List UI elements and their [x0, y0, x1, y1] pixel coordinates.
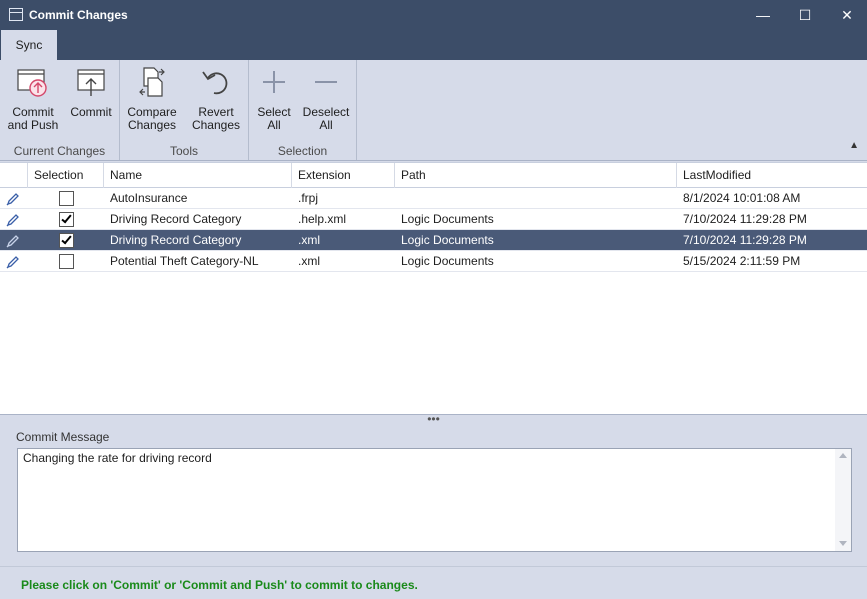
table-row[interactable]: Potential Theft Category-NL .xml Logic Doc…	[0, 251, 867, 272]
table-row[interactable]: Driving Record Category .xml Logic Documen…	[0, 230, 867, 251]
cell-path	[395, 188, 401, 209]
table-row[interactable]: Driving Record Category .help.xml Logic Do…	[0, 209, 867, 230]
changes-grid: Selection Name Extension Path LastModifi…	[0, 162, 867, 414]
check-icon	[61, 233, 72, 245]
tab-sync[interactable]: Sync	[1, 30, 57, 60]
row-checkbox[interactable]	[59, 191, 74, 206]
commit-label: Commit	[70, 105, 112, 119]
group-selection: Select All Deselect All Selection	[249, 60, 357, 160]
deselect-all-label-2: All	[319, 118, 333, 132]
header-selection[interactable]: Selection	[28, 163, 104, 188]
grid-header: Selection Name Extension Path LastModifi…	[0, 163, 867, 188]
cell-name: AutoInsurance	[110, 191, 188, 205]
compare-icon	[139, 67, 165, 97]
row-checkbox[interactable]	[59, 233, 74, 248]
cell-extension: .xml	[298, 233, 320, 247]
revert-label-2: Changes	[191, 118, 241, 132]
cell-path: Logic Documents	[401, 212, 494, 226]
window-title: Commit Changes	[29, 8, 128, 22]
group-current-changes: Commit and Push Commit Current Changes	[0, 60, 120, 160]
header-name[interactable]: Name	[104, 163, 292, 188]
header-indicator	[0, 163, 28, 188]
commit-push-icon	[17, 69, 47, 97]
revert-changes-button[interactable]: Revert Changes	[190, 64, 242, 132]
group-tools: Compare Changes Revert Changes Tools	[120, 60, 249, 160]
select-all-button[interactable]: Select All	[253, 64, 295, 132]
group-label-selection: Selection	[277, 144, 328, 158]
commit-message-text[interactable]: Changing the rate for driving record	[23, 451, 212, 465]
cell-name: Driving Record Category	[110, 233, 242, 247]
status-message: Please click on 'Commit' or 'Commit and …	[21, 578, 418, 592]
ribbon-tab-strip: Sync	[0, 30, 867, 60]
close-button[interactable]: ✕	[827, 0, 867, 30]
cell-last-modified: 8/1/2024 10:01:08 AM	[683, 191, 801, 205]
maximize-button[interactable]: ☐	[785, 0, 825, 30]
header-path[interactable]: Path	[395, 163, 677, 188]
row-checkbox[interactable]	[59, 254, 74, 269]
plus-icon	[263, 71, 285, 93]
cell-last-modified: 7/10/2024 11:29:28 PM	[683, 212, 807, 226]
commit-and-push-button[interactable]: Commit and Push	[6, 64, 60, 132]
cell-path: Logic Documents	[401, 233, 494, 247]
pencil-icon	[6, 214, 19, 227]
cell-extension: .xml	[298, 254, 320, 268]
scroll-down-icon[interactable]	[839, 541, 847, 546]
cell-name: Potential Theft Category-NL	[110, 254, 259, 268]
commit-button[interactable]: Commit	[66, 64, 116, 119]
table-row[interactable]: AutoInsurance .frpj 8/1/2024 10:01:08 AM	[0, 188, 867, 209]
cell-extension: .help.xml	[298, 212, 347, 226]
pencil-icon	[6, 193, 19, 206]
cell-name: Driving Record Category	[110, 212, 242, 226]
commit-icon	[77, 69, 105, 96]
splitter-handle[interactable]: •••	[0, 413, 867, 426]
deselect-all-button[interactable]: Deselect All	[301, 64, 351, 132]
header-last-modified[interactable]: LastModified	[677, 163, 867, 188]
group-label-current-changes: Current Changes	[13, 144, 106, 158]
pencil-icon	[6, 256, 19, 269]
commit-message-scrollbar[interactable]	[835, 449, 851, 551]
collapse-ribbon-button[interactable]: ▲	[849, 140, 859, 151]
pencil-icon	[6, 235, 19, 248]
cell-last-modified: 5/15/2024 2:11:59 PM	[683, 254, 801, 268]
row-checkbox[interactable]	[59, 212, 74, 227]
commit-push-label-2: and Push	[7, 118, 59, 132]
commit-message-input[interactable]: Changing the rate for driving record	[17, 448, 852, 552]
minimize-button[interactable]: —	[743, 0, 783, 30]
minus-icon	[315, 81, 337, 83]
check-icon	[61, 212, 72, 224]
commit-message-label: Commit Message	[16, 430, 110, 444]
revert-icon	[202, 71, 228, 95]
title-bar: Commit Changes — ☐ ✕	[0, 0, 867, 30]
select-all-label-2: All	[267, 118, 281, 132]
cell-extension: .frpj	[298, 191, 319, 205]
status-bar: Please click on 'Commit' or 'Commit and …	[0, 566, 867, 599]
window-icon	[9, 8, 23, 21]
scroll-up-icon[interactable]	[839, 453, 847, 458]
header-extension[interactable]: Extension	[292, 163, 395, 188]
ribbon: Commit and Push Commit Current Changes C…	[0, 60, 867, 161]
compare-label-2: Changes	[127, 118, 177, 132]
cell-path: Logic Documents	[401, 254, 494, 268]
compare-changes-button[interactable]: Compare Changes	[126, 64, 178, 132]
cell-last-modified: 7/10/2024 11:29:28 PM	[683, 233, 807, 247]
group-label-tools: Tools	[169, 144, 198, 158]
